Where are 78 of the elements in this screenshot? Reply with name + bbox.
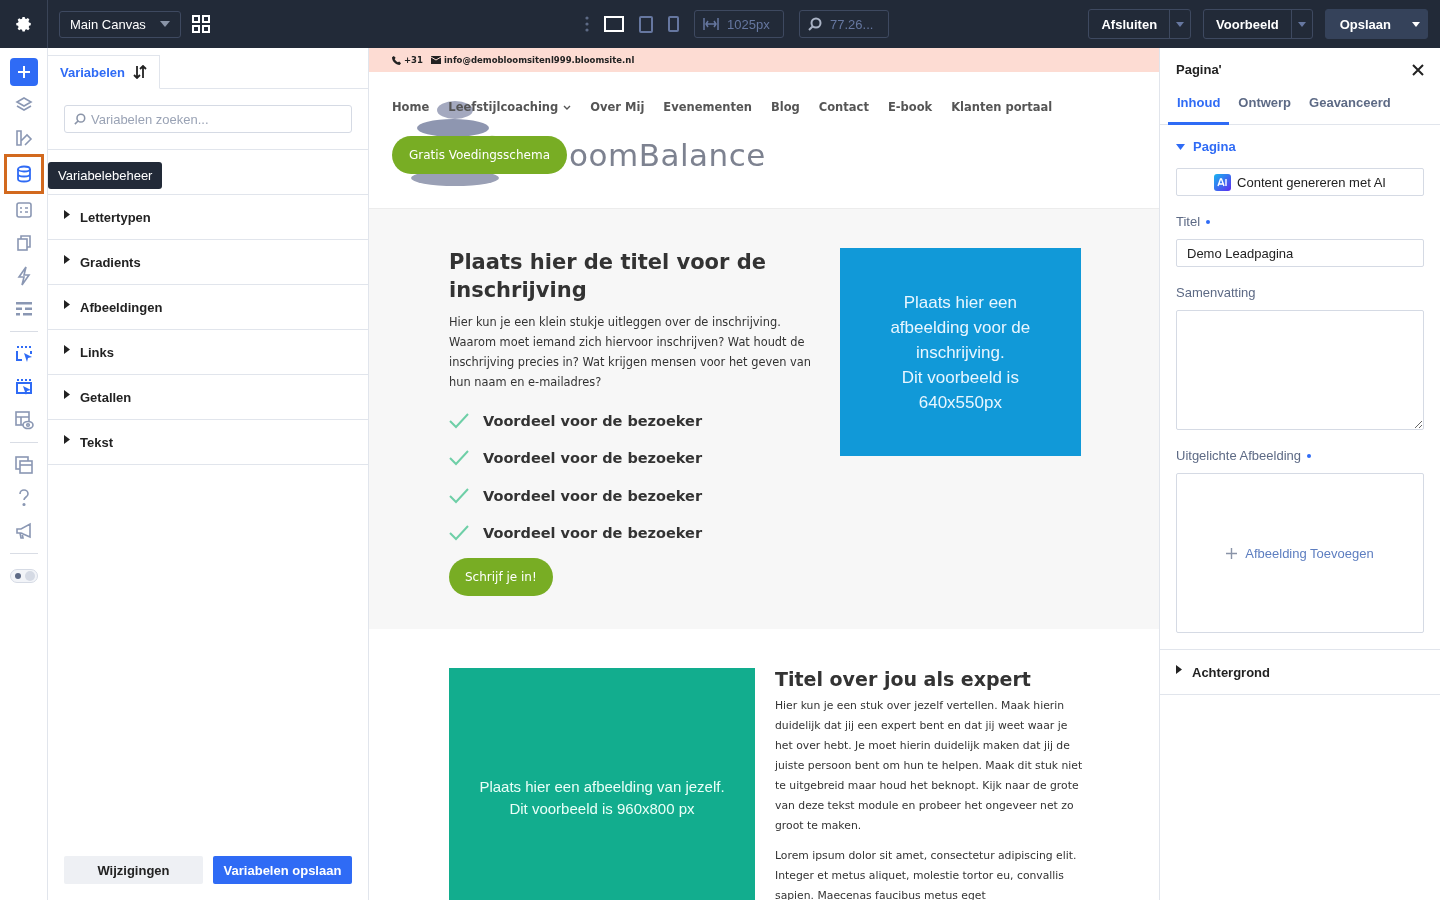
nav-link[interactable]: Over Mij (590, 100, 645, 114)
tablet-icon[interactable] (639, 15, 653, 33)
nav-link[interactable]: Klanten portaal (951, 100, 1053, 114)
field-label: Uitgelichte Afbeelding (1176, 448, 1302, 463)
email-link[interactable]: info@demobloomsitenl999.bloomsite.nl (430, 55, 635, 65)
save-button[interactable]: Variabelen opslaan (213, 856, 352, 884)
variable-group[interactable]: Afbeeldingen (48, 285, 368, 330)
caret-icon (1176, 143, 1185, 150)
caret-icon[interactable] (1412, 21, 1420, 27)
ai-button[interactable]: Content genereren met AI (1176, 168, 1424, 196)
variable-group[interactable]: Gradients (48, 240, 368, 285)
placeholder-text: Dit voorbeeld is 640x550px (900, 366, 1020, 414)
plus-icon (16, 65, 31, 79)
phone-number[interactable]: +31 (392, 55, 423, 65)
width-icon (703, 18, 719, 30)
paragraph: Hier kun je een klein stukje uitleggen over de inschrijving. Waarom moet iemand zich hiervoor inschrijven? Wat houdt de inschrijving precies in? Wat krijgen mensen voor het geven van hun naam en e-mailadres? (449, 314, 812, 391)
check-icon (449, 487, 469, 504)
database-icon[interactable] (3, 154, 44, 194)
field-label: Titel (1176, 214, 1201, 229)
tooltip: Variabelebeheer (48, 162, 163, 189)
ai-icon (1214, 173, 1232, 191)
check-icon (449, 525, 469, 542)
variable-group[interactable]: Links (48, 330, 368, 375)
mail-icon (430, 56, 441, 64)
split-button[interactable]: Opslaan (1324, 9, 1428, 39)
placeholder-text: Plaats hier een afbeelding van jezelf. (479, 777, 725, 797)
panel-tab[interactable]: Ontwerp (1229, 89, 1301, 125)
placeholder-text: Plaats hier een afbeelding voor de inschrijving. (889, 291, 1032, 364)
nav-link[interactable]: Evenementen (663, 100, 752, 114)
placeholder-text: Dit voorbeeld is 960x800 px (509, 799, 695, 819)
title-input[interactable]: Demo Leadpagina (1176, 239, 1424, 267)
add-button[interactable] (9, 58, 38, 86)
logo-text: oomBalance (569, 137, 766, 173)
button-label: Afsluiten (1100, 15, 1159, 34)
split-button[interactable]: Voorbeeld (1203, 9, 1313, 39)
nav-link[interactable]: Leefstijlcoaching (448, 100, 572, 114)
split-button[interactable]: Afsluiten (1088, 9, 1192, 39)
benefit-text: Voordeel voor de bezoeker (483, 450, 703, 467)
panel-tab[interactable]: Geavanceerd (1300, 89, 1400, 125)
button-label: Voorbeeld (1215, 15, 1280, 34)
nav-link[interactable]: E-book (887, 100, 933, 114)
benefit-text: Voordeel voor de bezoeker (483, 412, 703, 429)
check-icon (449, 450, 469, 467)
panel-title: Pagina' (1176, 62, 1222, 77)
desktop-icon[interactable] (604, 16, 624, 32)
close-icon[interactable] (1412, 63, 1424, 76)
variable-group[interactable]: Getallen (48, 375, 368, 420)
section-header[interactable]: Achtergrond (1160, 650, 1440, 695)
variable-group[interactable]: Tekst (48, 420, 368, 465)
nav-link[interactable]: Contact (818, 100, 869, 114)
add-image-button[interactable]: Afbeelding Toevoegen (1220, 544, 1380, 562)
changes-button[interactable]: Wijzigingen (64, 856, 203, 884)
button-label: Opslaan (1338, 15, 1392, 34)
caret-icon (160, 21, 170, 27)
canvas-select[interactable]: Main Canvas (59, 10, 181, 38)
search-field[interactable]: Variabelen zoeken... (64, 105, 352, 133)
field-label: Samenvatting (1176, 285, 1256, 300)
nav-link[interactable]: Blog (770, 100, 800, 114)
benefit-text: Voordeel voor de bezoeker (483, 525, 703, 542)
phone-icon[interactable] (668, 16, 679, 32)
variables-tab[interactable]: Variabelen (48, 55, 161, 89)
more-icon[interactable] (585, 16, 589, 32)
variable-group[interactable]: Lettertypen (48, 195, 368, 240)
panel-tab[interactable]: Inhoud (1168, 89, 1230, 125)
nav-link[interactable]: Home (392, 100, 430, 114)
plus-icon (1226, 547, 1238, 559)
search-icon (808, 17, 822, 31)
chevron-icon (563, 104, 572, 110)
section-header[interactable]: Pagina (1176, 125, 1424, 168)
section-title: Plaats hier de titel voor de inschrijving (449, 249, 767, 304)
sort-icon[interactable] (133, 65, 148, 79)
check-icon (449, 412, 469, 429)
grid-icon[interactable] (192, 15, 210, 33)
section-title: Titel over jou als expert (775, 668, 1032, 690)
settings-icon[interactable] (14, 15, 33, 33)
benefit-text: Voordeel voor de bezoeker (483, 487, 703, 504)
paragraph: Hier kun je een stuk over jezelf vertellen. Maak hierin duidelijk dat jij een expert bent en dat jij weet waar je het over hebt. Je moet hierin duidelijk maken dat jij de juiste persoon bent om hun te helpen. Maak dit stuk niet te uitgebreid maar houd het beknopt. Kijk naar de grote van deze tekst module en probeer het ongeveer net zo groot te maken. (775, 698, 1084, 834)
phone-icon (392, 55, 401, 65)
